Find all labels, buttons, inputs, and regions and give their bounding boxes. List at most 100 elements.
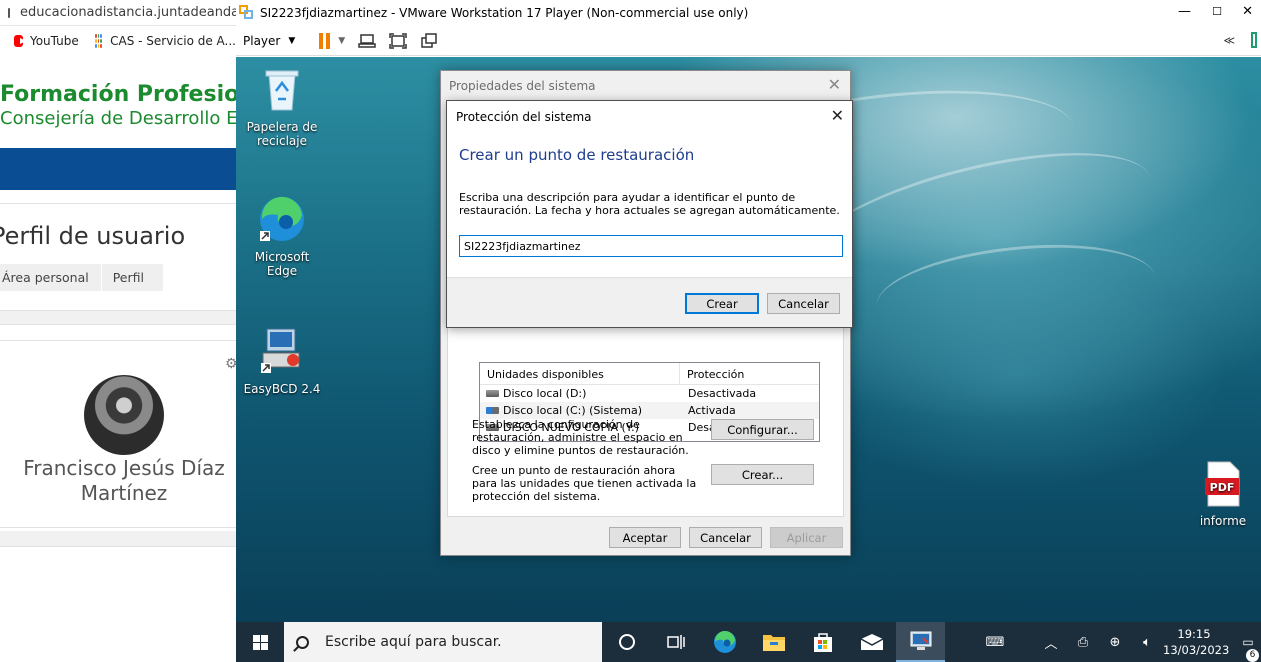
youtube-icon — [14, 35, 26, 47]
close-button[interactable]: ✕ — [1242, 4, 1253, 19]
dialog-heading: Crear un punto de restauración — [459, 146, 695, 164]
system-drive-icon — [486, 407, 499, 414]
system-properties-icon — [910, 631, 931, 650]
restore-point-description-input[interactable] — [459, 235, 843, 257]
profile-header-card — [0, 203, 236, 311]
usb-device-icon[interactable]: ⎙ — [1067, 635, 1099, 650]
taskbar: Escribe aquí para buscar. ⌨ ︿ ⎙ ⊕ 🔈︎ 19:… — [236, 622, 1261, 662]
network-icon[interactable]: ⊕ — [1099, 635, 1131, 650]
cortana-icon — [618, 634, 635, 650]
taskbar-app-mail[interactable] — [847, 622, 896, 662]
search-icon — [296, 635, 309, 649]
vmware-side-icon[interactable] — [1251, 32, 1257, 48]
pdf-badge: PDF — [1210, 481, 1235, 494]
protection-status: Desactivada — [688, 387, 757, 400]
vmware-titlebar: SI2223fjdiazmartinez - VMware Workstatio… — [236, 0, 1261, 26]
keyboard-icon[interactable]: ⌨ — [979, 635, 1011, 650]
chevron-up-icon[interactable]: ︿ — [1035, 633, 1067, 652]
desktop-icon-label: EasyBCD 2.4 — [243, 382, 321, 396]
cancel-button[interactable]: Cancelar — [689, 527, 762, 548]
vmware-logo-icon — [239, 5, 255, 21]
configure-button[interactable]: Configurar... — [711, 419, 814, 440]
desktop-icon-informe[interactable]: PDF informe — [1183, 461, 1261, 528]
cas-icon — [94, 34, 103, 48]
taskbar-app-system-properties[interactable] — [896, 622, 945, 662]
cancel-button[interactable]: Cancelar — [767, 293, 840, 314]
create-button[interactable]: Crear — [685, 293, 759, 314]
address-bar[interactable]: educacionadistancia.juntadeandalucia.es — [0, 0, 236, 26]
folder-icon — [762, 635, 785, 651]
task-view-icon — [666, 635, 685, 649]
breadcrumb-separator — [100, 264, 111, 291]
desktop-icon-edge[interactable]: Microsoft Edge — [242, 195, 322, 278]
edge-icon — [713, 630, 736, 653]
breadcrumb-perfil[interactable]: Perfil — [111, 270, 156, 285]
start-button[interactable] — [236, 622, 284, 662]
unity-icon[interactable] — [420, 32, 438, 49]
edge-icon — [260, 196, 304, 241]
task-view-button[interactable] — [651, 622, 700, 662]
navigation-banner — [0, 148, 236, 190]
ok-button[interactable]: Aceptar — [609, 527, 681, 548]
clock-date: 13/03/2023 — [1163, 643, 1230, 657]
desktop-icon-label: Papelera de reciclaje — [246, 120, 318, 148]
search-placeholder: Escribe aquí para buscar. — [325, 634, 502, 650]
browser-window: educacionadistancia.juntadeandalucia.es … — [0, 0, 236, 662]
player-menu-label[interactable]: Player — [243, 34, 280, 48]
url-text[interactable]: educacionadistancia.juntadeandalucia.es — [20, 5, 236, 20]
player-menu[interactable]: Player ▼ — [243, 34, 295, 48]
window-title: SI2223fjdiazmartinez - VMware Workstatio… — [260, 6, 749, 20]
dialog-title: Propiedades del sistema — [449, 79, 596, 93]
breadcrumb: Área personal Perfil — [0, 264, 163, 291]
restore-point-dialog: Protección del sistema ✕ Crear un punto … — [446, 100, 853, 328]
user-name: Francisco Jesús Díaz Martínez — [23, 456, 225, 505]
column-header-drives[interactable]: Unidades disponibles — [480, 363, 680, 384]
fullscreen-icon[interactable] — [389, 32, 407, 49]
dialog-title: Protección del sistema — [456, 110, 592, 124]
maximize-button[interactable]: ☐ — [1212, 5, 1222, 18]
column-header-protection[interactable]: Protección — [680, 363, 751, 384]
bookmark-cas[interactable]: CAS - Servicio de A... — [110, 34, 236, 48]
taskbar-app-file-explorer[interactable] — [749, 622, 798, 662]
minimize-button[interactable]: — — [1178, 4, 1191, 19]
drive-icon — [486, 390, 499, 397]
apply-button[interactable]: Aplicar — [770, 527, 843, 548]
drive-name: Disco local (C:) (Sistema) — [503, 404, 643, 417]
table-header: Unidades disponibles Protección — [480, 363, 819, 385]
gear-icon[interactable]: ⚙ — [225, 356, 236, 372]
mail-icon — [860, 634, 883, 650]
volume-icon[interactable]: 🔈︎ — [1131, 635, 1163, 650]
avatar — [84, 375, 164, 455]
desktop-icon-recycle-bin[interactable]: Papelera de reciclaje — [242, 65, 322, 148]
cortana-button[interactable] — [602, 622, 651, 662]
divider — [0, 311, 236, 325]
site-title[interactable]: Formación Profesional — [0, 82, 236, 107]
taskbar-app-edge[interactable] — [700, 622, 749, 662]
create-restore-point-button[interactable]: Crear... — [711, 464, 814, 485]
easybcd-icon — [261, 328, 300, 373]
close-icon[interactable]: ✕ — [828, 75, 841, 94]
recycle-bin-icon — [265, 70, 299, 111]
taskbar-app-store[interactable] — [798, 622, 847, 662]
taskbar-search[interactable]: Escribe aquí para buscar. — [284, 622, 602, 662]
close-icon[interactable]: ✕ — [831, 106, 844, 125]
windows-logo-icon — [252, 634, 268, 650]
pdf-icon: PDF — [1205, 461, 1240, 507]
dialog-description: Escriba una descripción para ayudar a id… — [459, 191, 840, 217]
desktop-icon-label: informe — [1199, 514, 1247, 528]
store-icon — [813, 633, 832, 652]
breadcrumb-area-personal[interactable]: Área personal — [0, 270, 101, 285]
desktop-icon-easybcd[interactable]: EasyBCD 2.4 — [242, 327, 322, 396]
divider — [0, 531, 236, 547]
send-ctrl-alt-del-icon[interactable] — [358, 33, 376, 49]
collapse-icon[interactable]: ≪ — [1223, 34, 1235, 47]
bookmark-youtube[interactable]: YouTube — [30, 34, 79, 48]
pause-button[interactable] — [319, 32, 331, 49]
chevron-down-icon[interactable]: ▼ — [338, 36, 345, 46]
notifications-button[interactable]: ▭ 6 — [1235, 635, 1261, 662]
clock[interactable]: 19:15 13/03/2023 — [1163, 626, 1230, 658]
table-row[interactable]: Disco local (C:) (Sistema) Activada — [480, 402, 819, 419]
system-tray: ⌨ ︿ ⎙ ⊕ 🔈︎ 19:15 13/03/2023 ▭ 6 — [979, 622, 1261, 662]
page-heading: Perfil de usuario — [0, 222, 186, 250]
table-row[interactable]: Disco local (D:) Desactivada — [480, 385, 819, 402]
